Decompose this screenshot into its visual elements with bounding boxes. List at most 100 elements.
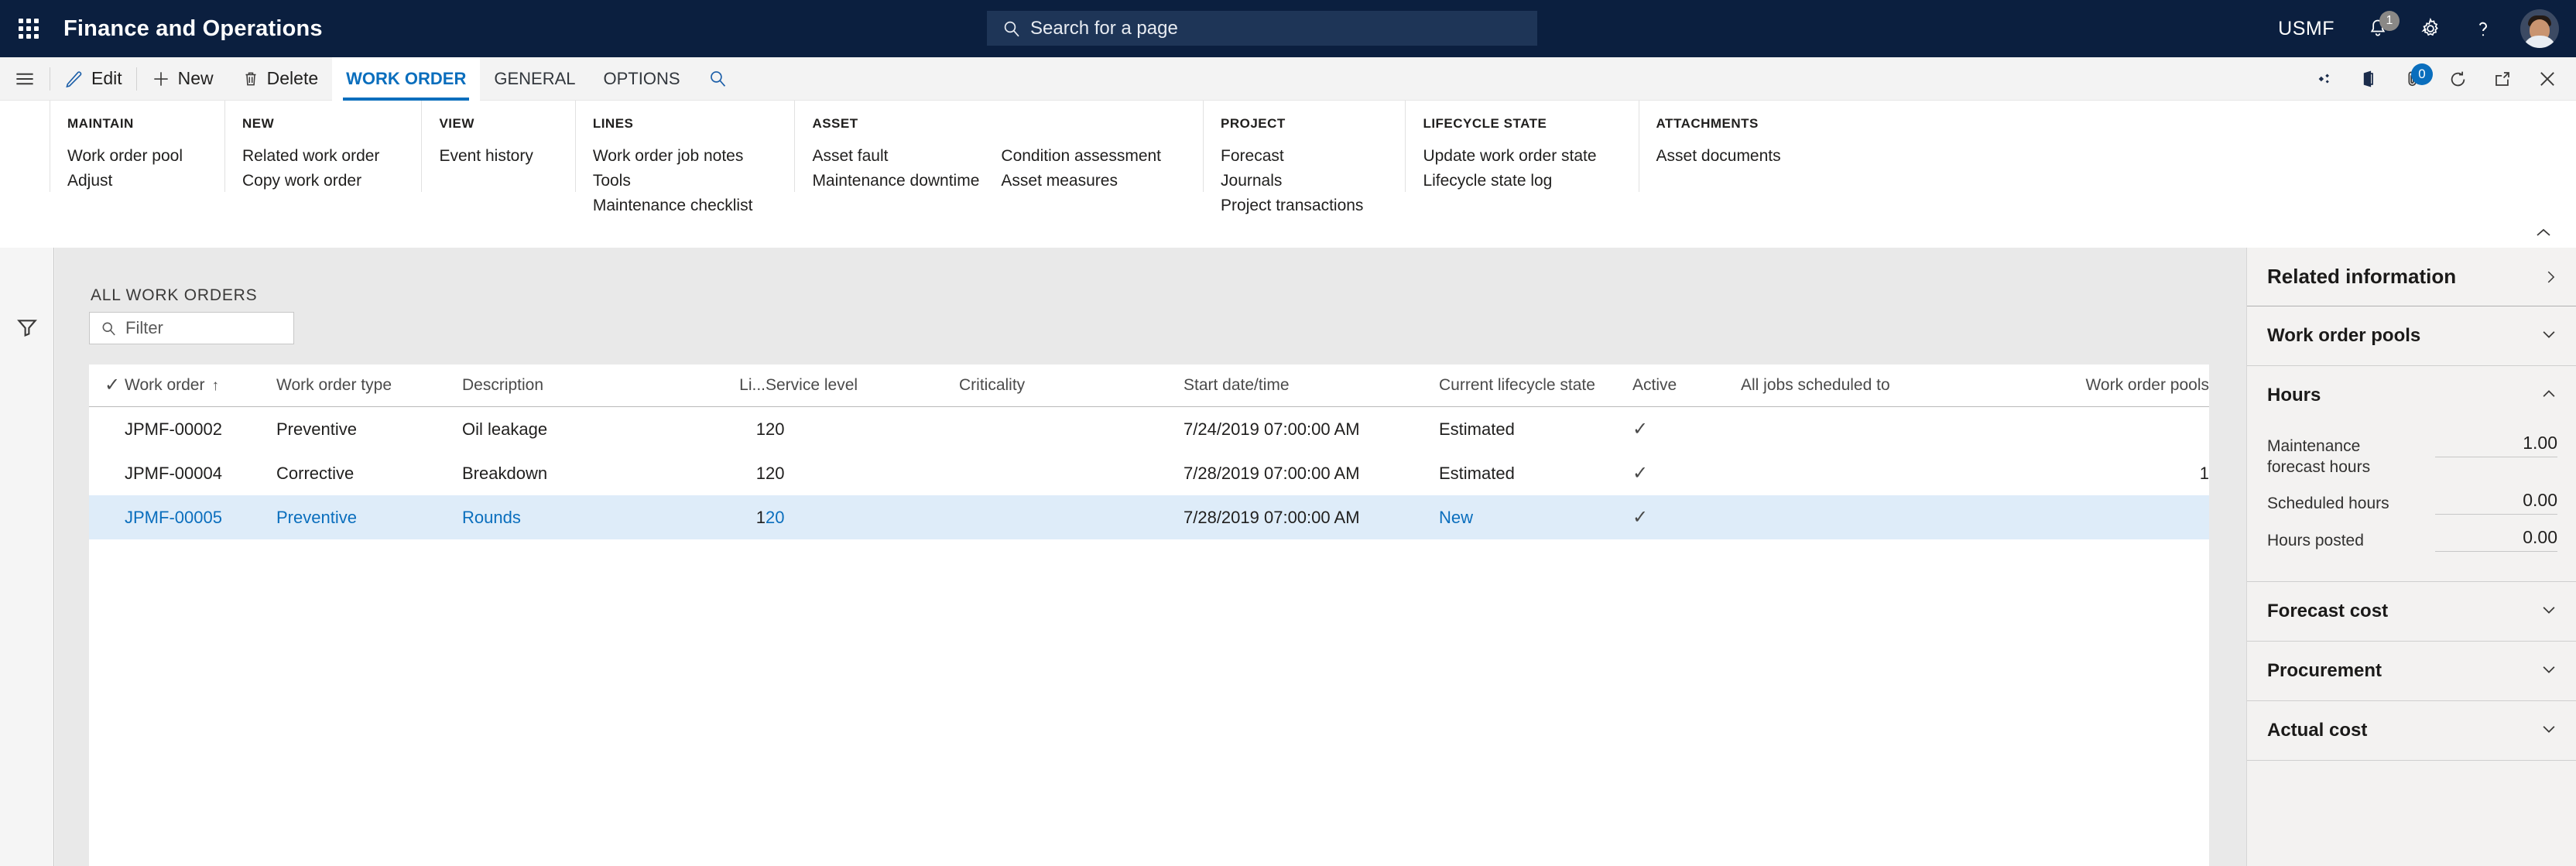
help-button[interactable] — [2457, 0, 2509, 57]
ribbon-item-asset-documents[interactable]: Asset documents — [1656, 144, 1803, 169]
table-row[interactable]: JPMF-00002 Preventive Oil leakage 1 20 7/24/2… — [89, 407, 2209, 452]
field-maintenance-forecast-hours: Maintenance forecast hours 1.00 — [2267, 433, 2557, 477]
column-header-label: All jobs scheduled to — [1741, 375, 1890, 394]
quick-filter-input[interactable]: Filter — [89, 312, 294, 344]
column-header-criticality[interactable]: Criticality — [959, 365, 1184, 407]
tab-work-order[interactable]: WORK ORDER — [332, 56, 481, 101]
ribbon-item-update-work-order-state[interactable]: Update work order state — [1423, 144, 1618, 169]
settings-button[interactable] — [2404, 0, 2457, 57]
close-button[interactable] — [2525, 57, 2570, 101]
filter-toggle-button[interactable] — [15, 316, 39, 343]
cell-work-order[interactable]: JPMF-00004 — [125, 451, 276, 495]
global-search-box[interactable]: Search for a page — [987, 11, 1537, 46]
cell-all-jobs-scheduled-to — [1741, 407, 1992, 452]
column-header-work-order[interactable]: Work order ↑ — [125, 365, 276, 407]
ribbon-item-tools[interactable]: Tools — [593, 169, 775, 193]
user-avatar[interactable] — [2520, 9, 2559, 48]
row-select-cell[interactable] — [89, 451, 125, 495]
cell-work-order-pools: 1 — [2199, 463, 2209, 483]
panel-section-title: Work order pools — [2267, 325, 2421, 346]
attachments-button[interactable]: 0 — [2390, 57, 2435, 101]
column-header-active[interactable]: Active — [1632, 365, 1741, 407]
office-apps-button[interactable] — [2345, 57, 2390, 101]
panel-section-header-hours[interactable]: Hours — [2247, 366, 2576, 425]
ribbon-group-columns: Forecast Journals Project transactions — [1221, 144, 1385, 218]
app-launcher-button[interactable] — [0, 0, 57, 57]
column-header-lines[interactable]: Li... — [710, 365, 766, 407]
panel-section-title: Hours — [2267, 385, 2321, 406]
notifications-button[interactable]: 1 — [2352, 0, 2404, 57]
field-input[interactable]: 0.00 — [2435, 527, 2557, 552]
field-input[interactable]: 0.00 — [2435, 490, 2557, 515]
company-selector[interactable]: USMF — [2261, 18, 2352, 40]
column-header-start-date-time[interactable]: Start date/time — [1184, 365, 1439, 407]
ribbon-group-columns: Event history — [439, 144, 554, 169]
quick-filter-placeholder: Filter — [125, 318, 163, 337]
refresh-button[interactable] — [2435, 57, 2480, 101]
ribbon-item-journals[interactable]: Journals — [1221, 169, 1385, 193]
sort-ascending-icon: ↑ — [211, 377, 219, 394]
panel-section-header-procurement[interactable]: Procurement — [2247, 642, 2576, 700]
top-navigation-bar: Finance and Operations Search for a page… — [0, 0, 2576, 57]
column-header-lifecycle-state[interactable]: Current lifecycle state — [1439, 365, 1632, 407]
ribbon-group-title: NEW — [242, 116, 275, 131]
ribbon-item-event-history[interactable]: Event history — [439, 144, 554, 169]
ribbon-item-project-transactions[interactable]: Project transactions — [1221, 193, 1385, 218]
column-header-description[interactable]: Description — [462, 365, 710, 407]
new-button[interactable]: New — [137, 57, 228, 101]
ribbon-item-forecast[interactable]: Forecast — [1221, 144, 1385, 169]
delete-button[interactable]: Delete — [228, 57, 332, 101]
column-header-service-level[interactable]: Service level — [766, 365, 959, 407]
ribbon-item-related-work-order[interactable]: Related work order — [242, 144, 401, 169]
collapse-action-pane-button[interactable] — [2528, 221, 2559, 245]
table-row[interactable]: JPMF-00004 Corrective Breakdown 1 20 7/28/201… — [89, 451, 2209, 495]
panel-section-header-forecast-cost[interactable]: Forecast cost — [2247, 582, 2576, 641]
close-icon — [2540, 72, 2554, 86]
gear-icon — [2421, 17, 2438, 36]
ribbon-item-work-order-job-notes[interactable]: Work order job notes — [593, 144, 775, 169]
ribbon-item-lifecycle-state-log[interactable]: Lifecycle state log — [1423, 169, 1618, 193]
tab-general[interactable]: GENERAL — [480, 57, 589, 101]
ribbon-item-condition-assessment[interactable]: Condition assessment — [1001, 144, 1183, 169]
command-search-button[interactable] — [694, 57, 742, 101]
ribbon-item-maintenance-downtime[interactable]: Maintenance downtime — [812, 169, 1001, 193]
column-header-all-jobs-scheduled-to[interactable]: All jobs scheduled to — [1741, 365, 1992, 407]
ribbon-item-asset-fault[interactable]: Asset fault — [812, 144, 1001, 169]
column-header-work-order-type[interactable]: Work order type — [276, 365, 462, 407]
field-label: Hours posted — [2267, 532, 2364, 549]
pencil-icon — [66, 70, 82, 87]
ribbon-item-asset-measures[interactable]: Asset measures — [1001, 169, 1183, 193]
open-in-new-window-button[interactable] — [2480, 57, 2525, 101]
column-header-work-order-pools[interactable]: Work order pools — [1992, 365, 2209, 407]
cell-work-order[interactable]: JPMF-00002 — [125, 407, 276, 452]
table-row[interactable]: JPMF-00005 Preventive Rounds 1 20 7/28/2019 0… — [89, 495, 2209, 539]
chevron-down-icon — [2543, 666, 2555, 673]
select-all-checkmark[interactable]: ✓ — [89, 365, 125, 407]
relationships-button[interactable] — [2300, 57, 2345, 101]
work-orders-grid[interactable]: ✓ Work order ↑ Work order type Description Li… — [89, 365, 2209, 866]
ribbon-group-lines: LINES Work order job notes Tools Maintenanc… — [576, 101, 796, 214]
tab-options[interactable]: OPTIONS — [590, 57, 694, 101]
cell-criticality — [959, 451, 1184, 495]
command-bar: Edit New Delete WORK ORDER GENERAL OPTIO… — [0, 56, 2576, 101]
ribbon-group-columns: Asset documents — [1656, 144, 1803, 169]
ribbon-item-work-order-pool[interactable]: Work order pool — [67, 144, 204, 169]
panel-section-header-work-order-pools[interactable]: Work order pools — [2247, 306, 2576, 365]
row-select-cell[interactable] — [89, 495, 125, 539]
command-bar-right-icons: 0 — [2300, 57, 2570, 101]
ribbon-item-copy-work-order[interactable]: Copy work order — [242, 169, 401, 193]
top-bar-right-controls: USMF 1 — [2261, 0, 2576, 57]
ribbon-item-maintenance-checklist[interactable]: Maintenance checklist — [593, 193, 775, 218]
row-select-cell[interactable] — [89, 407, 125, 452]
cell-work-order[interactable]: JPMF-00005 — [125, 495, 276, 539]
field-input[interactable]: 1.00 — [2435, 433, 2557, 457]
panel-section-header-actual-cost[interactable]: Actual cost — [2247, 701, 2576, 760]
edit-button[interactable]: Edit — [50, 57, 136, 101]
navigation-menu-button[interactable] — [0, 57, 50, 101]
column-header-label: Service level — [766, 375, 858, 394]
panel-section-title: Procurement — [2267, 660, 2382, 681]
action-pane-ribbon: MAINTAIN Work order pool Adjust NEW Related … — [0, 101, 2576, 224]
ribbon-item-adjust[interactable]: Adjust — [67, 169, 204, 193]
related-information-header[interactable]: Related information — [2247, 248, 2576, 306]
edit-button-label: Edit — [91, 68, 122, 88]
